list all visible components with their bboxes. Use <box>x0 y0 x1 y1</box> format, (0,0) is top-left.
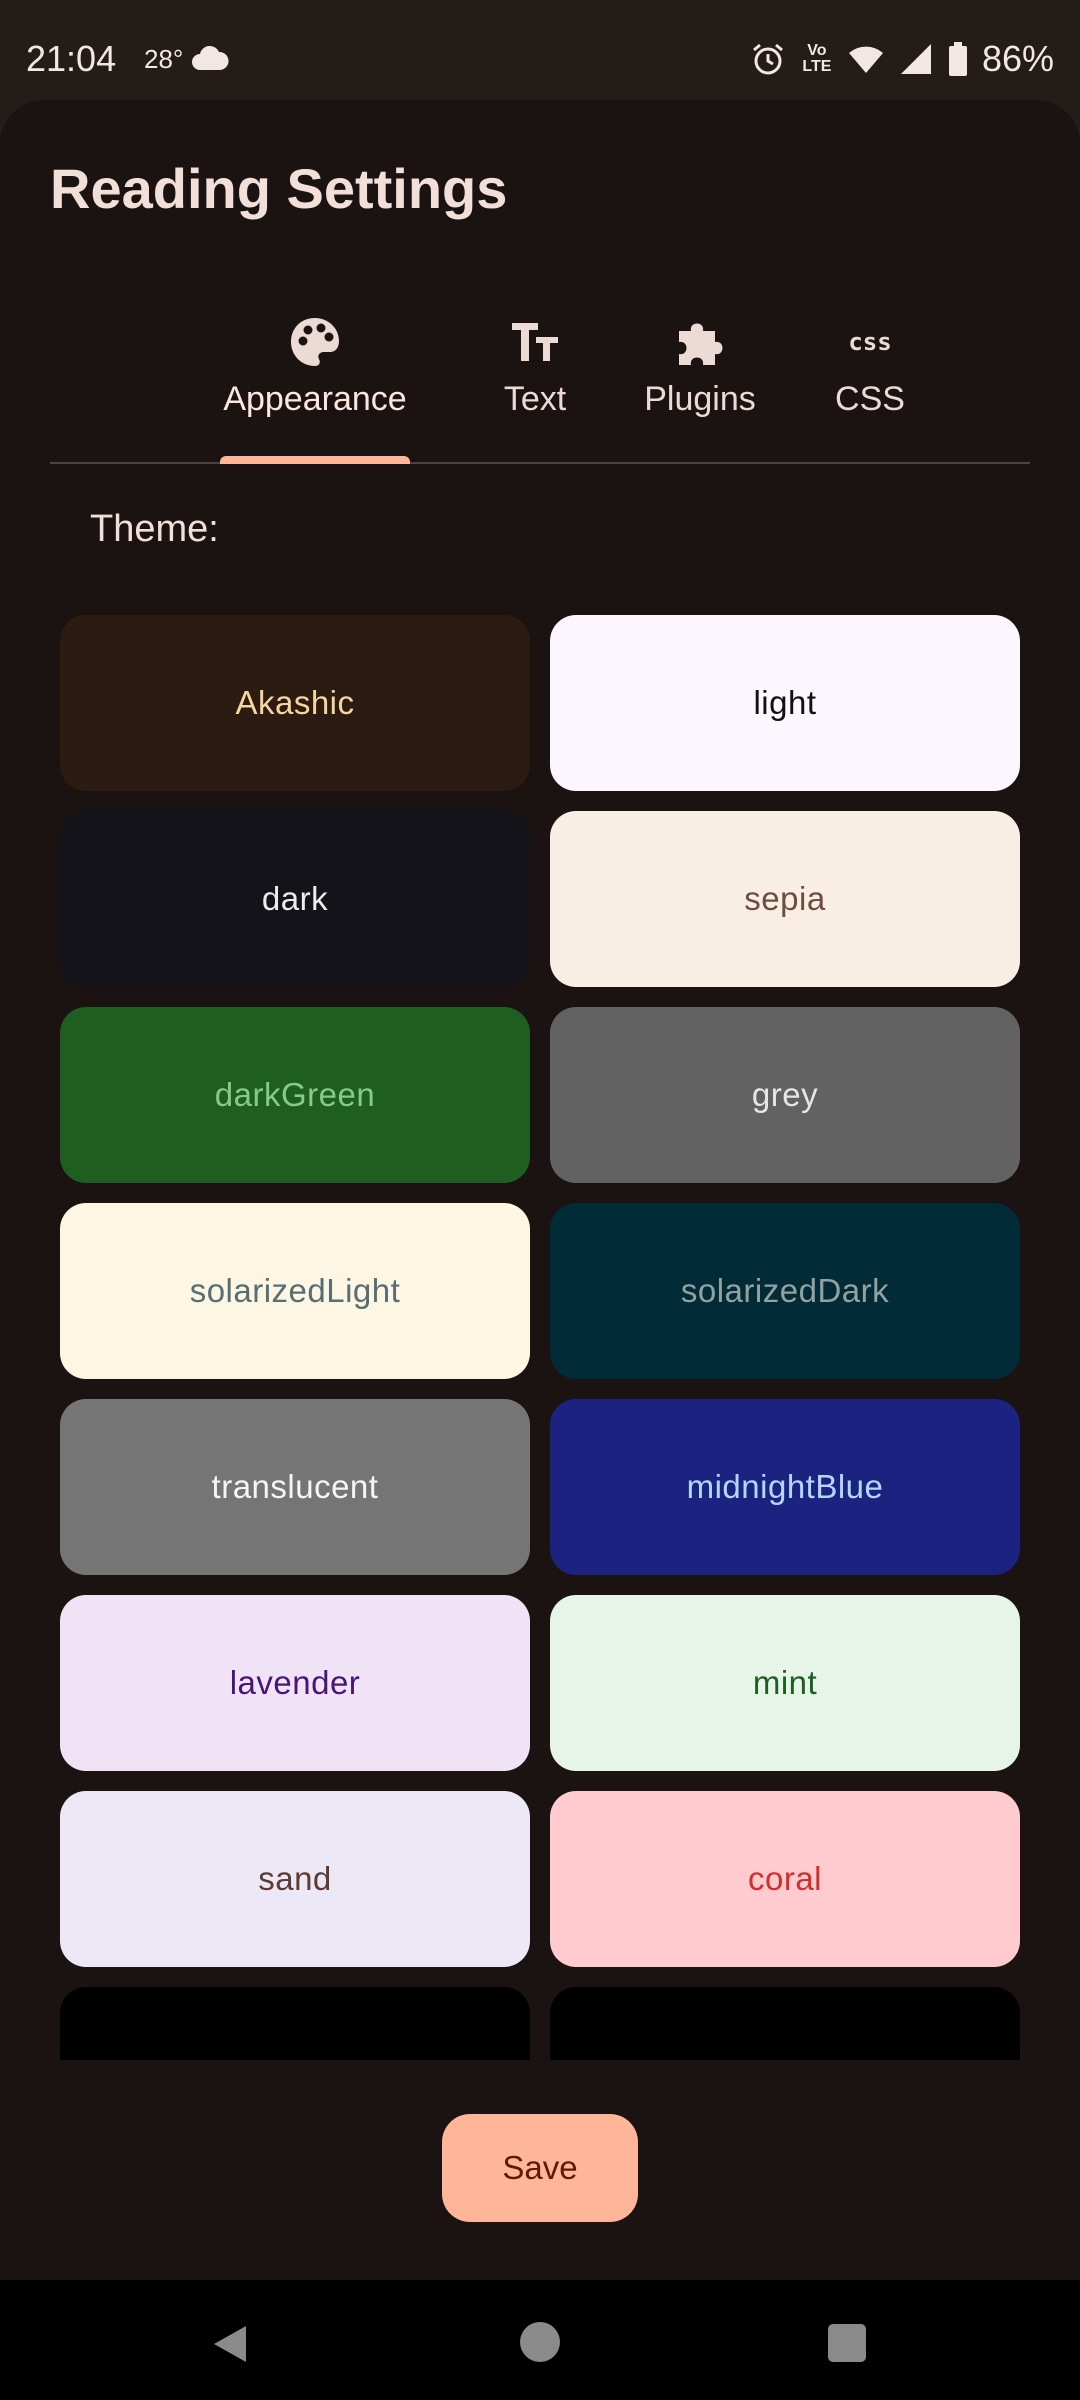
theme-option[interactable]: translucent <box>60 1399 530 1575</box>
back-icon[interactable] <box>208 2322 252 2366</box>
recents-icon[interactable] <box>828 2324 866 2362</box>
reading-settings-sheet: Reading Settings Appearance Text Plugins… <box>0 100 1080 2280</box>
theme-grid-scroll[interactable]: Akashic light dark sepia darkGreen grey solari… <box>0 600 1080 2060</box>
status-icons: Vo LTE 86% <box>750 38 1054 80</box>
battery-percent: 86% <box>981 38 1054 79</box>
theme-option[interactable]: light <box>550 615 1020 791</box>
cloud-icon <box>192 45 229 70</box>
palette-icon <box>287 314 343 370</box>
tab-active-indicator <box>220 456 410 464</box>
theme-option[interactable]: darkGreen <box>60 1007 530 1183</box>
theme-option[interactable] <box>60 1987 530 2060</box>
alarm-icon <box>752 43 783 75</box>
wifi-icon <box>848 46 883 73</box>
tab-appearance-label: Appearance <box>223 380 407 418</box>
status-bar: 21:04 28° Vo LTE 86% <box>0 0 1080 96</box>
theme-option[interactable]: sand <box>60 1791 530 1967</box>
navigation-bar <box>0 2280 1080 2400</box>
status-temperature: 28° <box>144 44 184 74</box>
volte-icon: Vo LTE <box>802 42 832 75</box>
tab-appearance[interactable]: Appearance <box>220 306 410 464</box>
tab-text-label: Text <box>503 380 567 418</box>
tab-plugins[interactable]: Plugins <box>635 306 765 462</box>
css-icon: css <box>842 314 898 370</box>
theme-option[interactable]: midnightBlue <box>550 1399 1020 1575</box>
tab-text[interactable]: Text <box>480 306 590 462</box>
theme-option[interactable]: grey <box>550 1007 1020 1183</box>
theme-option[interactable]: Akashic <box>60 615 530 791</box>
puzzle-icon <box>672 314 728 370</box>
theme-option[interactable]: coral <box>550 1791 1020 1967</box>
theme-option[interactable]: solarizedLight <box>60 1203 530 1379</box>
theme-option[interactable]: dark <box>60 811 530 987</box>
tab-plugins-label: Plugins <box>644 380 756 418</box>
theme-section-label: Theme: <box>90 508 219 550</box>
css-icon-text: css <box>848 328 892 356</box>
tab-css[interactable]: css CSS <box>820 306 920 462</box>
theme-option[interactable]: lavender <box>60 1595 530 1771</box>
home-icon[interactable] <box>520 2322 560 2362</box>
screen: 21:04 28° Vo LTE 86% Reading Settings Ap… <box>0 0 1080 2400</box>
theme-grid: Akashic light dark sepia darkGreen grey solari… <box>60 615 1020 2060</box>
page-title: Reading Settings <box>50 157 508 220</box>
text-size-icon <box>507 314 563 370</box>
tab-css-label: CSS <box>835 380 905 418</box>
battery-icon <box>948 42 967 76</box>
settings-tabs: Appearance Text Plugins css CSS <box>50 306 1030 464</box>
signal-icon <box>900 44 931 74</box>
theme-option[interactable] <box>550 1987 1020 2060</box>
theme-option[interactable]: mint <box>550 1595 1020 1771</box>
status-time: 21:04 <box>26 38 117 79</box>
theme-option[interactable]: sepia <box>550 811 1020 987</box>
save-button[interactable]: Save <box>442 2114 638 2222</box>
theme-option[interactable]: solarizedDark <box>550 1203 1020 1379</box>
